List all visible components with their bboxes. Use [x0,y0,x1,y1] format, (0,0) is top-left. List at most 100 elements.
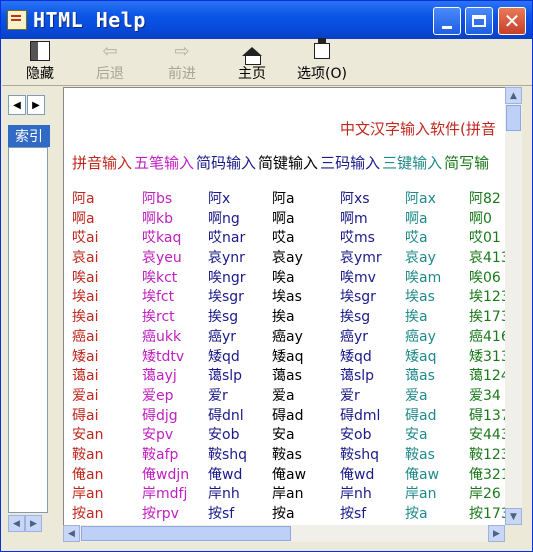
back-button[interactable]: ⇦ 后退 [82,41,138,83]
table-cell: 碍ad [272,407,304,424]
table-cell: 安an [72,427,104,444]
table-cell: 碍ai [72,407,99,424]
maximize-icon [472,15,486,27]
table-cell: 啊ng [208,210,240,227]
table-cell: 安pv [142,427,174,444]
table-cell: 唉kct [142,269,178,286]
minimize-button[interactable] [433,7,461,35]
table-cell: 俺wdjn [142,466,190,483]
table-cell: 啊a [272,210,295,227]
forward-button[interactable]: ⇨ 前进 [154,41,210,83]
table-cell: 岸mdfj [142,486,188,503]
table-cell: 埃as [272,289,302,306]
html-help-window: HTML Help ✕ 隐藏 ⇦ 后退 ⇨ 前进 主页 选项(O) ◀ ▶ 索引… [0,0,533,552]
title-bar[interactable]: HTML Help ✕ [1,1,532,39]
table-cell: 矮tdtv [142,348,185,365]
table-cell: 阿a [272,191,295,207]
table-cell: 挨173 [469,309,506,326]
scroll-up-icon[interactable]: ▲ [505,87,522,104]
table-cell: 俺wd [208,466,243,483]
table-cell: 唉ngr [208,269,246,286]
table-cell: 岸26 [469,486,501,503]
navigation-pane: ◀ ▶ 索引 ◀ ▶ [5,87,50,545]
table-cell: 按an [72,506,104,522]
table-cell: 矮aq [405,348,437,365]
table-cell: 埃123 [469,289,506,306]
table-cell: 爱a [405,387,428,404]
table-cell: 鞍as [272,446,302,463]
table-cell: 哀ay [272,250,303,267]
topic-content: 中文汉字输入软件(拼音 拼音输入 五笔输入 简码输入 简键输入 三码输入 三键输入 简写输 … [63,87,506,526]
table-cell: 俺321 [469,466,506,483]
window-title: HTML Help [33,8,146,32]
table-cell: 埃ai [72,289,99,306]
close-button[interactable]: ✕ [498,7,526,35]
scroll-down-icon[interactable]: ▼ [505,508,522,525]
hide-pane-icon [30,41,50,61]
home-label: 主页 [238,66,266,82]
tab-index[interactable]: 索引 [8,125,50,147]
back-label: 后退 [96,66,124,82]
pane-splitter[interactable] [51,87,59,545]
forward-label: 前进 [168,66,196,82]
table-cell: 蔼ayj [142,368,177,385]
content-vertical-scrollbar[interactable]: ▲ ▼ [505,87,522,525]
table-cell: 哎a [405,230,428,247]
home-button[interactable]: 主页 [224,41,280,83]
content-horizontal-scrollbar[interactable]: ◀ ▶ [63,525,505,542]
close-icon: ✕ [503,9,521,33]
table-cell: 埃as [405,289,435,306]
table-cell: 癌416 [469,328,506,345]
tab-scroll-right-icon[interactable]: ▶ [27,95,45,115]
scroll-right-icon[interactable]: ▶ [488,525,505,542]
table-cell: 鞍afp [142,446,179,463]
table-cell: 按sf [340,506,367,522]
table-cell: 唉06 [469,269,501,286]
table-cell: 癌ai [72,328,99,345]
table-cell: 挨a [405,309,428,326]
back-arrow-icon: ⇦ [102,40,118,62]
options-button[interactable]: 选项(O) [292,38,352,83]
table-cell: 哎ms [340,230,375,247]
table-cell: 安ob [340,427,372,444]
table-cell: 埃sgr [340,289,376,306]
horizontal-scroll-thumb[interactable] [81,526,291,541]
hide-button[interactable]: 隐藏 [12,41,68,83]
table-cell: 唉am [405,269,442,286]
table-cell: 啊m [340,210,368,227]
scroll-left-icon[interactable]: ◀ [8,515,25,532]
table-cell: 爱ai [72,387,99,404]
table-cell: 俺wd [340,466,375,483]
tab-scroll-arrows: ◀ ▶ [8,95,46,115]
table-cell: 按rpv [142,506,179,522]
table-cell: 挨ai [72,309,99,326]
table-cell: 哀ymr [340,250,382,267]
table-cell: 挨a [272,309,295,326]
table-cell: 哀ynr [208,250,245,267]
toolbar: 隐藏 ⇦ 后退 ⇨ 前进 主页 选项(O) [2,38,532,86]
scroll-left-icon[interactable]: ◀ [63,525,80,542]
tab-scroll-left-icon[interactable]: ◀ [8,95,26,115]
table-cell: 按sf [208,506,235,522]
maximize-button[interactable] [465,7,493,35]
vertical-scroll-thumb[interactable] [506,105,521,131]
table-cell: 阿xs [340,191,370,207]
options-label: 选项(O) [297,66,347,82]
table-cell: 啊0 [469,210,492,227]
table-cell: 矮313 [469,348,506,365]
table-cell: 蔼124 [469,368,506,385]
scrollbar-corner [505,525,522,542]
table-cell: 癌ay [272,328,303,345]
table-cell: 蔼slp [208,368,243,385]
table-cell: 挨sg [208,309,239,326]
table-cell: 岸nh [208,486,240,503]
scroll-right-icon[interactable]: ▶ [25,515,42,532]
table-cell: 啊kb [142,210,173,227]
index-horizontal-scrollbar[interactable]: ◀ ▶ [8,515,48,532]
table-cell: 按173 [469,506,506,522]
table-cell: 爱r [208,387,228,404]
table-cell: 癌yr [208,328,237,345]
table-cell: 癌yr [340,328,369,345]
table-cell: 按a [272,506,295,522]
index-list[interactable] [8,147,48,513]
